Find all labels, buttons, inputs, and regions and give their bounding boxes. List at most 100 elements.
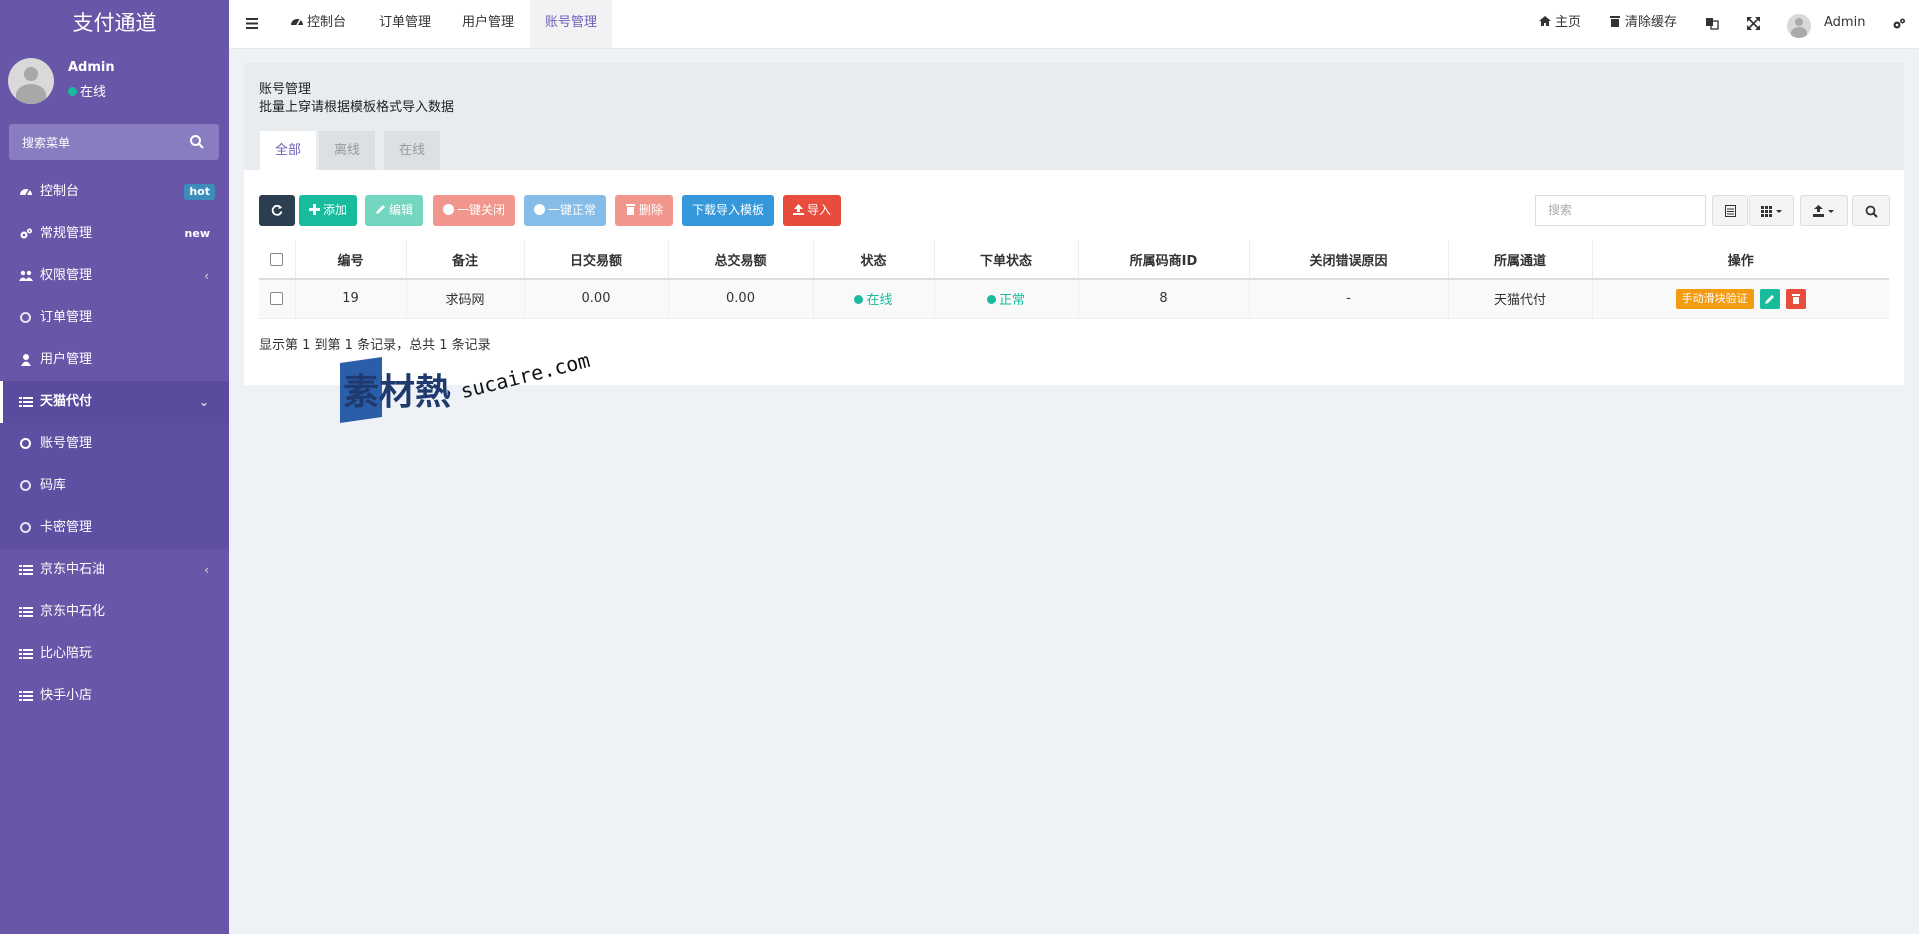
- manual-verify-button[interactable]: 手动滑块验证: [1675, 288, 1754, 309]
- cell-note: 求码网: [406, 279, 525, 319]
- edit-button[interactable]: 编辑: [365, 195, 424, 226]
- select-all-checkbox[interactable]: [259, 240, 296, 280]
- grid-icon: [1761, 206, 1782, 217]
- advanced-search-button[interactable]: [1852, 195, 1890, 226]
- main-panel: 账号管理 批量上穿请根据模板格式导入数据 全部 离线 在线 添加 编辑 一键关闭…: [244, 63, 1904, 385]
- refresh-button[interactable]: [259, 195, 295, 226]
- dashboard-icon: [20, 189, 32, 196]
- cell-order-status: 正常: [934, 279, 1079, 319]
- sidebar-menu: 控制台 hot 常规管理 new 权限管理 ‹ 订单管理 用户管理 天猫代付 ⌄: [0, 171, 229, 717]
- search-icon[interactable]: [189, 134, 205, 150]
- language-icon[interactable]: [1706, 17, 1719, 30]
- app-title: 支付通道: [72, 11, 157, 35]
- row-edit-button[interactable]: [1759, 288, 1780, 309]
- list-icon: [19, 397, 33, 407]
- circle-icon: [20, 438, 31, 449]
- home-link[interactable]: 主页: [1538, 0, 1581, 48]
- tab-accounts[interactable]: 账号管理: [530, 0, 613, 48]
- tab-users[interactable]: 用户管理: [462, 0, 514, 48]
- col-header[interactable]: 所属通道: [1448, 240, 1593, 280]
- download-template-button[interactable]: 下载导入模板: [682, 195, 775, 226]
- col-header[interactable]: 关闭错误原因: [1249, 240, 1449, 280]
- col-header: 操作: [1592, 240, 1889, 280]
- search-icon: [1865, 205, 1878, 218]
- cell-channel: 天猫代付: [1448, 279, 1593, 319]
- page-subtitle: 批量上穿请根据模板格式导入数据: [259, 100, 455, 115]
- hot-badge: hot: [184, 184, 215, 200]
- cell-reason: -: [1249, 279, 1449, 319]
- admin-menu[interactable]: Admin: [1824, 0, 1865, 48]
- trash-icon: [1610, 16, 1620, 27]
- fullscreen-icon[interactable]: [1747, 17, 1760, 30]
- sidebar-item-jd-sinopec[interactable]: 京东中石化: [0, 591, 229, 633]
- tab-all[interactable]: 全部: [260, 131, 317, 170]
- cell-merchant-id: 8: [1078, 279, 1250, 319]
- sidebar-item-tmall-pay[interactable]: 天猫代付 ⌄: [0, 381, 229, 423]
- sidebar-item-code-library[interactable]: 码库: [0, 465, 229, 507]
- circle-icon: [443, 204, 454, 215]
- status-dot-icon: [986, 295, 996, 305]
- sidebar-item-dashboard[interactable]: 控制台 hot: [0, 171, 229, 213]
- circle-icon: [20, 312, 31, 323]
- col-header[interactable]: 下单状态: [934, 240, 1079, 280]
- trash-icon: [1791, 293, 1800, 304]
- submenu-tmall-pay: 账号管理 码库 卡密管理: [0, 423, 229, 549]
- menu-search-placeholder: 搜索菜单: [22, 136, 71, 150]
- cell-daily: 0.00: [524, 279, 669, 319]
- sidebar-item-jd-petrochina[interactable]: 京东中石油 ‹: [0, 549, 229, 591]
- toggle-view-button[interactable]: [1712, 195, 1748, 226]
- user-icon: [21, 354, 31, 366]
- tab-dashboard[interactable]: 控制台: [290, 0, 346, 48]
- list-icon: [19, 607, 33, 617]
- sidebar-item-orders[interactable]: 订单管理: [0, 297, 229, 339]
- tab-online[interactable]: 在线: [384, 131, 441, 170]
- columns-dropdown[interactable]: [1749, 195, 1794, 226]
- sidebar-item-kuaishou[interactable]: 快手小店: [0, 675, 229, 717]
- sidebar-item-general[interactable]: 常规管理 new: [0, 213, 229, 255]
- panel-header: 账号管理 批量上穿请根据模板格式导入数据 全部 离线 在线: [244, 63, 1904, 170]
- col-header[interactable]: 编号: [295, 240, 407, 280]
- row-checkbox[interactable]: [259, 279, 296, 319]
- sidebar: 支付通道 Admin 在线 搜索菜单 控制台 hot 常规管理 new 权限管理…: [0, 0, 229, 934]
- row-delete-button[interactable]: [1785, 288, 1806, 309]
- list-icon: [19, 691, 33, 701]
- table-search-input[interactable]: 搜索: [1535, 195, 1706, 226]
- page-title: 账号管理: [259, 82, 312, 97]
- topbar-avatar[interactable]: [1787, 14, 1811, 38]
- close-all-button[interactable]: 一键关闭: [433, 195, 516, 226]
- col-header[interactable]: 所属码商ID: [1078, 240, 1250, 280]
- clear-cache-button[interactable]: 清除缓存: [1608, 0, 1677, 48]
- user-panel: Admin 在线: [0, 48, 229, 123]
- col-header[interactable]: 日交易额: [524, 240, 669, 280]
- sidebar-item-bixin[interactable]: 比心陪玩: [0, 633, 229, 675]
- hamburger-icon[interactable]: [246, 18, 258, 29]
- status-dot-icon: [854, 295, 864, 305]
- topbar: 控制台 订单管理 用户管理 账号管理 主页 清除缓存 Admin: [229, 0, 1919, 49]
- pagination-summary: 显示第 1 到第 1 条记录，总共 1 条记录: [259, 338, 491, 353]
- sidebar-item-users[interactable]: 用户管理: [0, 339, 229, 381]
- refresh-icon: [271, 204, 283, 216]
- cogs-icon[interactable]: [1892, 17, 1906, 31]
- add-button[interactable]: 添加: [299, 195, 358, 226]
- circle-icon: [20, 522, 31, 533]
- table-row: 19 求码网 0.00 0.00 在线 正常 8 - 天猫代付 手动滑块验证: [259, 279, 1889, 319]
- delete-button[interactable]: 删除: [615, 195, 674, 226]
- sidebar-item-permissions[interactable]: 权限管理 ‹: [0, 255, 229, 297]
- col-header[interactable]: 状态: [813, 240, 935, 280]
- sidebar-item-accounts[interactable]: 账号管理: [0, 423, 229, 465]
- tab-offline[interactable]: 离线: [319, 131, 376, 170]
- sidebar-item-card-keys[interactable]: 卡密管理: [0, 507, 229, 549]
- menu-search-input[interactable]: 搜索菜单: [9, 124, 219, 160]
- import-button[interactable]: 导入: [783, 195, 842, 226]
- list-icon: [19, 565, 33, 575]
- pencil-icon: [1764, 294, 1774, 304]
- col-header[interactable]: 总交易额: [668, 240, 814, 280]
- export-dropdown[interactable]: [1800, 195, 1848, 226]
- dashboard-icon: [291, 19, 303, 26]
- table-header-row: 编号 备注 日交易额 总交易额 状态 下单状态 所属码商ID 关闭错误原因 所属…: [259, 240, 1889, 280]
- avatar: [8, 58, 54, 104]
- tab-orders[interactable]: 订单管理: [379, 0, 431, 48]
- user-status: 在线: [68, 81, 106, 100]
- col-header[interactable]: 备注: [406, 240, 525, 280]
- normal-all-button[interactable]: 一键正常: [524, 195, 607, 226]
